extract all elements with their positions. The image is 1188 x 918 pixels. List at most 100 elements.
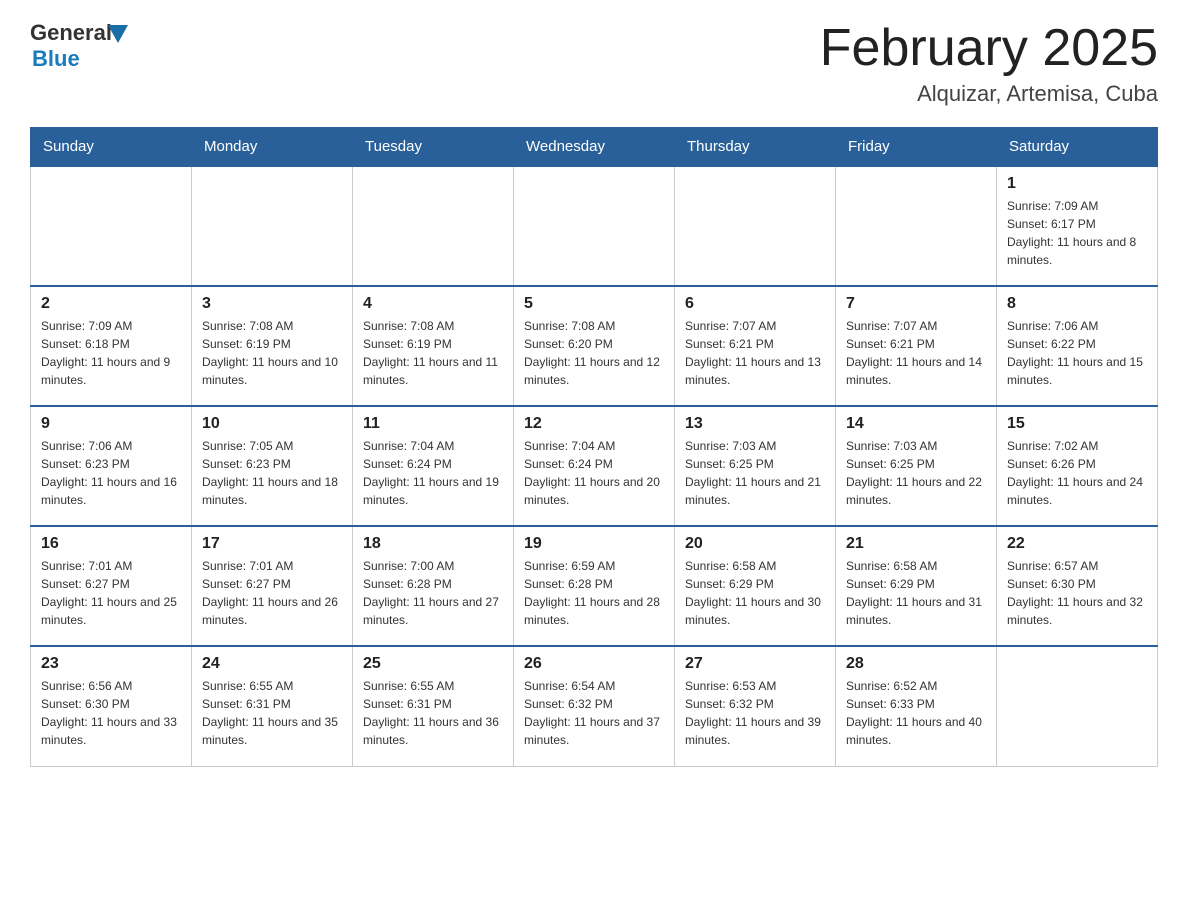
calendar-cell: 25 Sunrise: 6:55 AMSunset: 6:31 PMDayligh… xyxy=(353,646,514,766)
day-number: 5 xyxy=(524,295,664,313)
day-info: Sunrise: 7:08 AMSunset: 6:19 PMDaylight:… xyxy=(363,317,503,389)
calendar-cell: 1 Sunrise: 7:09 AMSunset: 6:17 PMDaylight… xyxy=(997,166,1158,286)
day-number: 8 xyxy=(1007,295,1147,313)
day-info: Sunrise: 7:01 AMSunset: 6:27 PMDaylight:… xyxy=(41,557,181,629)
day-number: 27 xyxy=(685,655,825,673)
calendar-week-1: 2 Sunrise: 7:09 AMSunset: 6:18 PMDaylight… xyxy=(31,286,1158,406)
title-block: February 2025 Alquizar, Artemisa, Cuba xyxy=(820,20,1158,107)
calendar-cell: 23 Sunrise: 6:56 AMSunset: 6:30 PMDayligh… xyxy=(31,646,192,766)
page-header: General Blue February 2025 Alquizar, Art… xyxy=(30,20,1158,107)
calendar-week-2: 9 Sunrise: 7:06 AMSunset: 6:23 PMDaylight… xyxy=(31,406,1158,526)
calendar-cell: 13 Sunrise: 7:03 AMSunset: 6:25 PMDayligh… xyxy=(675,406,836,526)
calendar-week-4: 23 Sunrise: 6:56 AMSunset: 6:30 PMDayligh… xyxy=(31,646,1158,766)
day-number: 11 xyxy=(363,415,503,433)
day-info: Sunrise: 7:06 AMSunset: 6:22 PMDaylight:… xyxy=(1007,317,1147,389)
day-info: Sunrise: 6:54 AMSunset: 6:32 PMDaylight:… xyxy=(524,677,664,749)
day-number: 22 xyxy=(1007,535,1147,553)
logo-triangle-icon xyxy=(108,25,128,43)
calendar-cell: 17 Sunrise: 7:01 AMSunset: 6:27 PMDayligh… xyxy=(192,526,353,646)
day-number: 9 xyxy=(41,415,181,433)
calendar-cell: 20 Sunrise: 6:58 AMSunset: 6:29 PMDayligh… xyxy=(675,526,836,646)
calendar-cell: 14 Sunrise: 7:03 AMSunset: 6:25 PMDayligh… xyxy=(836,406,997,526)
calendar-cell: 22 Sunrise: 6:57 AMSunset: 6:30 PMDayligh… xyxy=(997,526,1158,646)
day-number: 6 xyxy=(685,295,825,313)
day-number: 12 xyxy=(524,415,664,433)
day-info: Sunrise: 7:09 AMSunset: 6:17 PMDaylight:… xyxy=(1007,197,1147,269)
weekday-header-thursday: Thursday xyxy=(675,128,836,167)
day-info: Sunrise: 7:02 AMSunset: 6:26 PMDaylight:… xyxy=(1007,437,1147,509)
calendar-cell: 16Sunrise: 7:01 AMSunset: 6:27 PMDayligh… xyxy=(31,526,192,646)
day-number: 24 xyxy=(202,655,342,673)
day-number: 13 xyxy=(685,415,825,433)
day-number: 25 xyxy=(363,655,503,673)
calendar-cell: 11 Sunrise: 7:04 AMSunset: 6:24 PMDayligh… xyxy=(353,406,514,526)
day-number: 15 xyxy=(1007,415,1147,433)
day-info: Sunrise: 6:57 AMSunset: 6:30 PMDaylight:… xyxy=(1007,557,1147,629)
day-info: Sunrise: 6:58 AMSunset: 6:29 PMDaylight:… xyxy=(846,557,986,629)
calendar-table: SundayMondayTuesdayWednesdayThursdayFrid… xyxy=(30,127,1158,767)
calendar-cell: 21Sunrise: 6:58 AMSunset: 6:29 PMDayligh… xyxy=(836,526,997,646)
calendar-cell: 19Sunrise: 6:59 AMSunset: 6:28 PMDayligh… xyxy=(514,526,675,646)
day-info: Sunrise: 7:08 AMSunset: 6:19 PMDaylight:… xyxy=(202,317,342,389)
day-number: 4 xyxy=(363,295,503,313)
day-info: Sunrise: 7:06 AMSunset: 6:23 PMDaylight:… xyxy=(41,437,181,509)
calendar-cell: 9 Sunrise: 7:06 AMSunset: 6:23 PMDaylight… xyxy=(31,406,192,526)
calendar-cell: 15 Sunrise: 7:02 AMSunset: 6:26 PMDayligh… xyxy=(997,406,1158,526)
day-info: Sunrise: 7:05 AMSunset: 6:23 PMDaylight:… xyxy=(202,437,342,509)
logo-general-text: General xyxy=(30,20,112,46)
day-info: Sunrise: 6:52 AMSunset: 6:33 PMDaylight:… xyxy=(846,677,986,749)
weekday-header-wednesday: Wednesday xyxy=(514,128,675,167)
calendar-cell: 10 Sunrise: 7:05 AMSunset: 6:23 PMDayligh… xyxy=(192,406,353,526)
day-number: 17 xyxy=(202,535,342,553)
calendar-cell: 3 Sunrise: 7:08 AMSunset: 6:19 PMDaylight… xyxy=(192,286,353,406)
day-number: 14 xyxy=(846,415,986,433)
calendar-cell: 12 Sunrise: 7:04 AMSunset: 6:24 PMDayligh… xyxy=(514,406,675,526)
calendar-cell: 5Sunrise: 7:08 AMSunset: 6:20 PMDaylight… xyxy=(514,286,675,406)
calendar-cell xyxy=(353,166,514,286)
day-info: Sunrise: 7:03 AMSunset: 6:25 PMDaylight:… xyxy=(846,437,986,509)
calendar-cell: 27 Sunrise: 6:53 AMSunset: 6:32 PMDayligh… xyxy=(675,646,836,766)
calendar-cell: 8 Sunrise: 7:06 AMSunset: 6:22 PMDaylight… xyxy=(997,286,1158,406)
day-info: Sunrise: 7:04 AMSunset: 6:24 PMDaylight:… xyxy=(363,437,503,509)
day-info: Sunrise: 7:07 AMSunset: 6:21 PMDaylight:… xyxy=(846,317,986,389)
calendar-cell xyxy=(836,166,997,286)
day-info: Sunrise: 7:03 AMSunset: 6:25 PMDaylight:… xyxy=(685,437,825,509)
day-number: 2 xyxy=(41,295,181,313)
calendar-cell xyxy=(514,166,675,286)
calendar-cell xyxy=(192,166,353,286)
weekday-header-row: SundayMondayTuesdayWednesdayThursdayFrid… xyxy=(31,128,1158,167)
calendar-cell: 26Sunrise: 6:54 AMSunset: 6:32 PMDayligh… xyxy=(514,646,675,766)
calendar-cell: 7 Sunrise: 7:07 AMSunset: 6:21 PMDaylight… xyxy=(836,286,997,406)
calendar-subtitle: Alquizar, Artemisa, Cuba xyxy=(820,81,1158,107)
calendar-cell: 6 Sunrise: 7:07 AMSunset: 6:21 PMDaylight… xyxy=(675,286,836,406)
day-info: Sunrise: 7:01 AMSunset: 6:27 PMDaylight:… xyxy=(202,557,342,629)
calendar-cell: 24 Sunrise: 6:55 AMSunset: 6:31 PMDayligh… xyxy=(192,646,353,766)
day-number: 23 xyxy=(41,655,181,673)
day-number: 3 xyxy=(202,295,342,313)
day-info: Sunrise: 7:04 AMSunset: 6:24 PMDaylight:… xyxy=(524,437,664,509)
day-number: 7 xyxy=(846,295,986,313)
calendar-cell xyxy=(675,166,836,286)
day-info: Sunrise: 7:09 AMSunset: 6:18 PMDaylight:… xyxy=(41,317,181,389)
day-info: Sunrise: 6:55 AMSunset: 6:31 PMDaylight:… xyxy=(202,677,342,749)
day-info: Sunrise: 6:55 AMSunset: 6:31 PMDaylight:… xyxy=(363,677,503,749)
day-info: Sunrise: 7:00 AMSunset: 6:28 PMDaylight:… xyxy=(363,557,503,629)
day-info: Sunrise: 6:56 AMSunset: 6:30 PMDaylight:… xyxy=(41,677,181,749)
calendar-title: February 2025 xyxy=(820,20,1158,77)
calendar-week-0: 1 Sunrise: 7:09 AMSunset: 6:17 PMDaylight… xyxy=(31,166,1158,286)
day-info: Sunrise: 6:58 AMSunset: 6:29 PMDaylight:… xyxy=(685,557,825,629)
logo-blue-text: Blue xyxy=(32,46,128,72)
day-info: Sunrise: 7:07 AMSunset: 6:21 PMDaylight:… xyxy=(685,317,825,389)
calendar-week-3: 16Sunrise: 7:01 AMSunset: 6:27 PMDayligh… xyxy=(31,526,1158,646)
day-number: 10 xyxy=(202,415,342,433)
calendar-cell: 28Sunrise: 6:52 AMSunset: 6:33 PMDayligh… xyxy=(836,646,997,766)
day-info: Sunrise: 6:53 AMSunset: 6:32 PMDaylight:… xyxy=(685,677,825,749)
day-number: 18 xyxy=(363,535,503,553)
weekday-header-tuesday: Tuesday xyxy=(353,128,514,167)
day-info: Sunrise: 6:59 AMSunset: 6:28 PMDaylight:… xyxy=(524,557,664,629)
calendar-cell: 4 Sunrise: 7:08 AMSunset: 6:19 PMDaylight… xyxy=(353,286,514,406)
day-number: 1 xyxy=(1007,175,1147,193)
day-number: 20 xyxy=(685,535,825,553)
calendar-cell: 18 Sunrise: 7:00 AMSunset: 6:28 PMDayligh… xyxy=(353,526,514,646)
weekday-header-friday: Friday xyxy=(836,128,997,167)
